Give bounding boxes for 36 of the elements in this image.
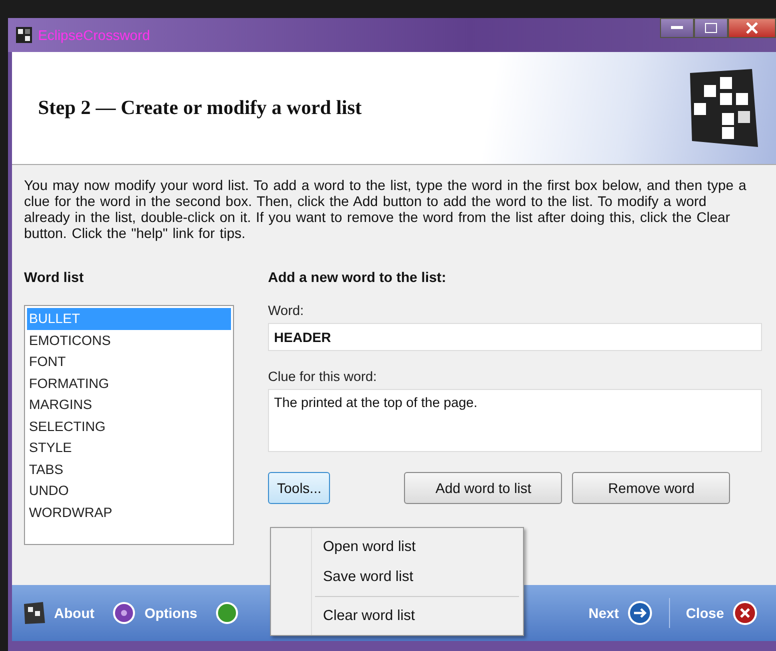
- field-label: Word:: [268, 303, 305, 318]
- section-heading: Add a new word to the list:: [268, 269, 448, 285]
- options-icon: [112, 601, 136, 625]
- list-item[interactable]: EMOTICONS: [27, 330, 231, 351]
- close-icon: [732, 600, 758, 626]
- step-title: Step 2 — Create or modify a word list: [38, 96, 362, 120]
- crossword-grid-icon: [22, 601, 46, 625]
- window-title: EclipseCrossword: [38, 27, 150, 43]
- action-button[interactable]: Add word to list: [404, 472, 562, 504]
- list-item[interactable]: FONT: [27, 351, 231, 372]
- clue-field[interactable]: The printed at the top of the page.: [268, 389, 762, 452]
- menu-item[interactable]: Save word list: [271, 562, 523, 592]
- crossword-grid-icon: [16, 27, 32, 43]
- menu-item[interactable]: Clear word list: [271, 601, 523, 631]
- word-field[interactable]: HEADER: [268, 323, 762, 351]
- list-item[interactable]: TABS: [27, 458, 231, 480]
- instructions-text: You may now modify your word list. To add a word to the list, type the word in the first box below, and then type a clue for the word in the second box. Then, click the Add button to add the word to the list. To modify a word already in the list, double-click on it. If you want to remove the word from the list after doing this, click the Clear button. Click the "help" link for tips.: [24, 177, 748, 241]
- arrow-right-icon: [626, 600, 653, 626]
- tools-button[interactable]: Tools...: [268, 472, 330, 504]
- list-item[interactable]: SELECTING: [27, 416, 231, 437]
- close-icon: [746, 22, 758, 34]
- field-label: Clue for this word:: [268, 369, 378, 384]
- action-button[interactable]: Remove word: [572, 472, 730, 504]
- list-item[interactable]: WORDWRAP: [27, 502, 231, 523]
- close-button[interactable]: [728, 18, 776, 38]
- minimize-button[interactable]: [660, 18, 694, 38]
- maximize-icon: [705, 23, 717, 33]
- list-item[interactable]: FORMATING: [27, 372, 231, 394]
- menu-item[interactable]: Open word list: [271, 532, 523, 562]
- list-item[interactable]: STYLE: [27, 437, 231, 458]
- maximize-button[interactable]: [694, 18, 728, 38]
- minimize-icon: [671, 26, 683, 30]
- section-heading: Word list: [24, 269, 85, 285]
- list-item[interactable]: MARGINS: [27, 394, 231, 416]
- list-item[interactable]: UNDO: [27, 480, 231, 502]
- word-listbox[interactable]: BULLET EMOTICONS FONT FORMATING MARGINS SELECTING STYLE TABS UNDO WORDWRAP: [24, 305, 234, 545]
